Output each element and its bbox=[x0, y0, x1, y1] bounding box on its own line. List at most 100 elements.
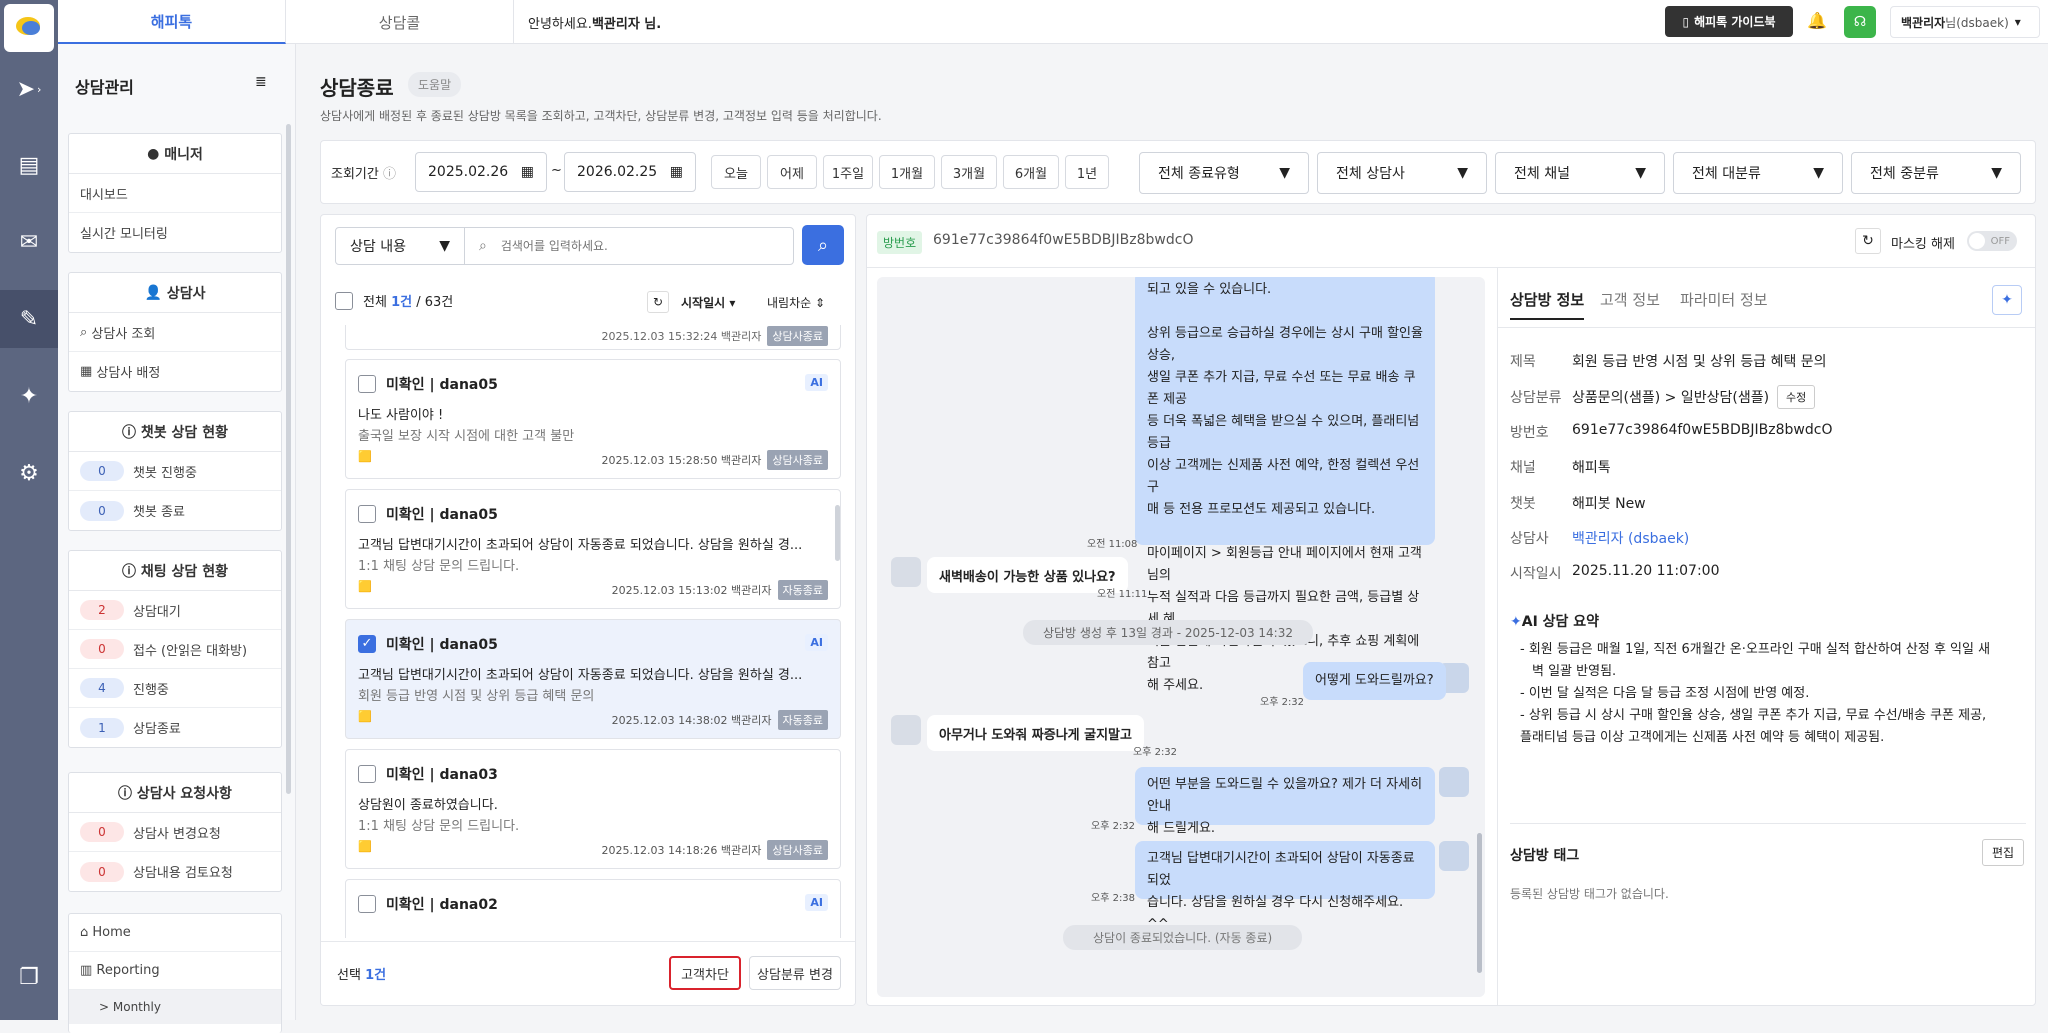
bell-icon[interactable]: 🔔 bbox=[1807, 11, 1827, 30]
ai-sparkle-icon[interactable]: ✦ bbox=[1992, 285, 2022, 315]
tab-parameter-info[interactable]: 파라미터 정보 bbox=[1680, 289, 1768, 310]
row-checkbox[interactable] bbox=[358, 765, 376, 783]
agent-select[interactable]: 전체 상담사 ▼ bbox=[1317, 152, 1487, 194]
list-item[interactable]: 미확인 | dana03 상담원이 종료하였습니다. 1:1 채팅 상담 문의 … bbox=[345, 749, 841, 869]
send-icon[interactable]: ➤ › bbox=[0, 60, 58, 118]
list-icon[interactable]: ▤ bbox=[0, 136, 58, 194]
change-category-button[interactable]: 상담분류 변경 bbox=[749, 956, 841, 990]
edit-category-button[interactable]: 수정 bbox=[1777, 385, 1816, 409]
agent-card: 👤 상담사 ⌕ 상담사 조회 ▦ 상담사 배정 bbox=[68, 272, 282, 392]
list-summary: 전체 1건 / 63건 bbox=[335, 291, 453, 310]
sidebar-item-chatbot-progress[interactable]: 0 챗봇 진행중 bbox=[69, 452, 281, 491]
help-button[interactable]: 도움말 bbox=[408, 72, 462, 97]
list-item-selected[interactable]: ✓ 미확인 | dana05 AI 고객님 답변대기시간이 초과되어 상담이 자동… bbox=[345, 619, 841, 739]
row-checkbox-checked[interactable]: ✓ bbox=[358, 635, 376, 653]
sparkle-icon[interactable]: ✦ bbox=[0, 367, 58, 425]
quick-1month[interactable]: 1개월 bbox=[879, 155, 935, 189]
quick-today[interactable]: 오늘 bbox=[711, 155, 761, 189]
end-date-input[interactable]: 2026.02.25 ▦ bbox=[564, 152, 696, 192]
refresh-icon[interactable]: ↻ bbox=[1855, 228, 1881, 254]
tab-customer-info[interactable]: 고객 정보 bbox=[1600, 289, 1660, 310]
guide-button[interactable]: ▯ 해피톡 가이드북 bbox=[1665, 6, 1793, 37]
search-button[interactable]: ⌕ bbox=[802, 225, 844, 265]
sidebar-item-closed[interactable]: 1 상담종료 bbox=[69, 708, 281, 747]
gear-icon[interactable]: ⚙ bbox=[0, 444, 58, 502]
sidebar-item-received[interactable]: 0 접수 (안읽은 대화방) bbox=[69, 630, 281, 669]
list-item[interactable]: 미확인 | dana05 고객님 답변대기시간이 초과되어 상담이 자동종료 되… bbox=[345, 489, 841, 609]
collapse-icon[interactable]: ≣ bbox=[255, 74, 267, 90]
tag-title: 상담방 태그 bbox=[1510, 848, 1580, 864]
page-description: 상담사에게 배정된 후 종료된 상담방 목록을 조회하고, 고객차단, 상담분류… bbox=[320, 109, 882, 123]
masking-toggle[interactable]: OFF bbox=[1967, 231, 2017, 251]
caret-down-icon: ▼ bbox=[1457, 165, 1468, 181]
user-menu[interactable]: 백관리자 님(dsbaek) ▾ bbox=[1890, 6, 2040, 38]
category-major-select[interactable]: 전체 대분류 ▼ bbox=[1673, 152, 1843, 194]
copy-icon[interactable]: ❐ bbox=[0, 948, 58, 1006]
sidebar-item-monthly[interactable]: > Monthly bbox=[69, 990, 281, 1024]
bot-message: 어떤 부분을 도와드릴 수 있을까요? 제가 더 자세히 안내 해 드릴게요. bbox=[1135, 767, 1435, 836]
request-header: ⓘ 상담사 요청사항 bbox=[69, 773, 281, 813]
sidebar-item-waiting[interactable]: 2 상담대기 bbox=[69, 591, 281, 630]
sidebar-item-home[interactable]: ⌂ Home bbox=[69, 914, 281, 952]
channel-icon: 🟨 bbox=[358, 580, 372, 593]
tab-happytalk[interactable]: 해피톡 bbox=[58, 0, 286, 44]
row-checkbox[interactable] bbox=[358, 375, 376, 393]
channel-icon: 🟨 bbox=[358, 450, 372, 463]
info-title: 제목 회원 등급 반영 시점 및 상위 등급 혜택 문의 bbox=[1510, 354, 1827, 370]
refresh-icon[interactable]: ↻ bbox=[647, 291, 669, 313]
user-avatar bbox=[891, 715, 921, 745]
sidebar-title: 상담관리 bbox=[75, 78, 134, 97]
sort-select[interactable]: 시작일시 ▾ bbox=[681, 294, 735, 311]
chat-manage-icon[interactable]: ✎ bbox=[0, 290, 58, 348]
row-checkbox[interactable] bbox=[358, 505, 376, 523]
list-item[interactable]: 미확인 | dana02 AI bbox=[345, 879, 841, 938]
sidebar-item-chatbot-end[interactable]: 0 챗봇 종료 bbox=[69, 491, 281, 530]
select-all-checkbox[interactable] bbox=[335, 291, 353, 310]
tab-room-info[interactable]: 상담방 정보 bbox=[1510, 289, 1585, 320]
tag-edit-button[interactable]: 편집 bbox=[1982, 839, 2025, 866]
sidebar-item-review-request[interactable]: 0 상담내용 검토요청 bbox=[69, 852, 281, 891]
mail-icon[interactable]: ✉ bbox=[0, 213, 58, 271]
tag-empty-text: 등록된 상담방 태그가 없습니다. bbox=[1510, 887, 1669, 901]
sidebar-item-change-request[interactable]: 0 상담사 변경요청 bbox=[69, 813, 281, 852]
bot-message: 어떻게 도와드릴까요? bbox=[1303, 662, 1446, 700]
sidebar-item-in-progress[interactable]: 4 진행중 bbox=[69, 669, 281, 708]
sidebar-item-monitoring[interactable]: 실시간 모니터링 bbox=[69, 213, 281, 252]
app-logo[interactable] bbox=[4, 4, 54, 52]
info-chatbot: 챗봇 해피봇 New bbox=[1510, 496, 1646, 512]
quick-1week[interactable]: 1주일 bbox=[823, 155, 873, 189]
greeting: 안녕하세요.백관리자 님. bbox=[528, 17, 662, 32]
list-item[interactable]: 2025.12.03 15:32:24 백관리자 상담사종료 bbox=[345, 325, 841, 350]
tab-call[interactable]: 상담콜 bbox=[286, 0, 514, 44]
category-middle-select[interactable]: 전체 중분류 ▼ bbox=[1851, 152, 2021, 194]
quick-1year[interactable]: 1년 bbox=[1065, 155, 1109, 189]
end-type-select[interactable]: 전체 종료유형 ▼ bbox=[1139, 152, 1309, 194]
agent-message: 되고 있을 수 있습니다. 상위 등급으로 승급하실 경우에는 상시 구매 할인… bbox=[1135, 277, 1435, 693]
start-date-input[interactable]: 2025.02.26 ▦ bbox=[415, 152, 547, 192]
quick-6month[interactable]: 6개월 bbox=[1003, 155, 1059, 189]
chart-icon: ▥ bbox=[80, 963, 97, 978]
chat-scrollbar[interactable] bbox=[1477, 833, 1482, 973]
agent-link[interactable]: 백관리자 (dsbaek) bbox=[1572, 528, 1689, 548]
quick-3month[interactable]: 3개월 bbox=[941, 155, 997, 189]
headset-icon[interactable]: ☊ bbox=[1844, 6, 1876, 38]
list-scrollbar[interactable] bbox=[835, 505, 840, 561]
order-select[interactable]: 내림차순 ⇕ bbox=[767, 294, 825, 311]
sidebar-item-agent-search[interactable]: ⌕ 상담사 조회 bbox=[69, 313, 281, 352]
count-badge: 0 bbox=[80, 861, 124, 882]
channel-select[interactable]: 전체 채널 ▼ bbox=[1495, 152, 1665, 194]
sidebar-item-reporting[interactable]: ▥ Reporting bbox=[69, 952, 281, 990]
list-item[interactable]: 미확인 | dana05 AI 나도 사람이야 ! 출국일 보장 시작 시점에 … bbox=[345, 359, 841, 479]
search-type-select[interactable]: 상담 내용 ▼ bbox=[335, 227, 465, 265]
row-checkbox[interactable] bbox=[358, 895, 376, 913]
agent-header: 👤 상담사 bbox=[69, 273, 281, 313]
sidebar-item-agent-assign[interactable]: ▦ 상담사 배정 bbox=[69, 352, 281, 391]
sidebar-item-dashboard[interactable]: 대시보드 bbox=[69, 174, 281, 213]
search-input[interactable] bbox=[500, 239, 771, 253]
info-icon: ⓘ bbox=[118, 785, 137, 802]
masking-label: 마스킹 해제 bbox=[1891, 237, 1955, 252]
quick-yesterday[interactable]: 어제 bbox=[767, 155, 817, 189]
sidebar-scrollbar[interactable] bbox=[286, 124, 291, 794]
block-customer-button[interactable]: 고객차단 bbox=[669, 956, 741, 990]
book-icon: ▯ bbox=[1682, 14, 1690, 29]
